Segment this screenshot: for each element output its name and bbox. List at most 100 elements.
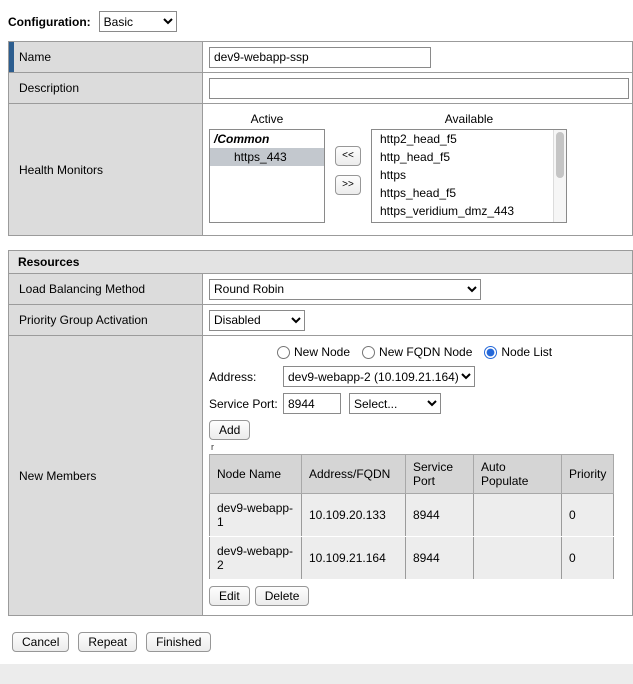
name-label-cell: Name <box>9 42 203 73</box>
member-priority: 0 <box>562 494 614 537</box>
member-row[interactable]: dev9-webapp-2 10.109.21.164 8944 0 <box>210 537 614 580</box>
description-label: Description <box>19 81 79 95</box>
load-balancing-row: Load Balancing Method Round Robin <box>9 274 633 305</box>
finished-button[interactable]: Finished <box>146 632 211 652</box>
active-monitor-item[interactable]: https_443 <box>210 148 324 166</box>
active-list-header: Active <box>209 112 325 126</box>
node-type-radio-group: New Node New FQDN Node Node List <box>277 345 626 359</box>
general-properties-table: Name Description Health Monitors Active <box>8 41 633 236</box>
address-field-row: Address: dev9-webapp-2 (10.109.21.164) <box>209 366 626 387</box>
members-header-address-fqdn: Address/FQDN <box>302 455 406 494</box>
service-port-input[interactable] <box>283 393 341 414</box>
address-label: Address: <box>209 370 283 384</box>
configuration-label: Configuration: <box>8 15 91 29</box>
new-node-radio-label: New Node <box>294 345 350 359</box>
required-indicator <box>9 42 14 72</box>
active-partition-label: /Common <box>210 130 324 148</box>
priority-group-label: Priority Group Activation <box>19 313 148 327</box>
member-service-port: 8944 <box>406 537 474 580</box>
port-preset-select[interactable]: Select... <box>349 393 441 414</box>
radio-option-node-list[interactable]: Node List <box>484 345 552 359</box>
add-row: Add <box>209 420 626 440</box>
footer-buttons: Cancel Repeat Finished <box>12 632 633 652</box>
configuration-bar: Configuration: Basic <box>0 0 633 41</box>
member-address-fqdn: 10.109.21.164 <box>302 537 406 580</box>
available-monitor-item[interactable]: http2_head_f5 <box>372 130 566 148</box>
member-row[interactable]: dev9-webapp-1 10.109.20.133 8944 0 <box>210 494 614 537</box>
member-priority: 0 <box>562 537 614 580</box>
health-monitors-label-cell: Health Monitors <box>9 104 203 236</box>
new-fqdn-node-radio[interactable] <box>362 346 375 359</box>
name-value-cell <box>203 42 633 73</box>
available-monitor-item[interactable]: https_head_f5 <box>372 184 566 202</box>
available-monitors-listbox[interactable]: http2_head_f5 http_head_f5 https https_h… <box>371 129 567 223</box>
load-balancing-value-cell: Round Robin <box>203 274 633 305</box>
node-list-radio-label: Node List <box>501 345 552 359</box>
configuration-select[interactable]: Basic <box>99 11 177 32</box>
load-balancing-label: Load Balancing Method <box>19 282 145 296</box>
load-balancing-label-cell: Load Balancing Method <box>9 274 203 305</box>
edit-button[interactable]: Edit <box>209 586 250 606</box>
health-monitors-row: Health Monitors Active /Common https_443… <box>9 104 633 236</box>
resources-section-header: Resources <box>8 250 633 274</box>
members-header-row: Node Name Address/FQDN Service Port Auto… <box>210 455 614 494</box>
member-auto-populate <box>474 494 562 537</box>
new-node-radio[interactable] <box>277 346 290 359</box>
active-column: Active /Common https_443 <box>209 112 325 223</box>
health-monitors-value-cell: Active /Common https_443 << >> Available <box>203 104 633 236</box>
members-header-service-port: Service Port <box>406 455 474 494</box>
available-monitor-item[interactable]: https <box>372 166 566 184</box>
member-auto-populate <box>474 537 562 580</box>
move-to-available-button[interactable]: >> <box>335 175 361 195</box>
available-list-header: Available <box>371 112 567 126</box>
priority-group-value-cell: Disabled <box>203 305 633 336</box>
priority-group-label-cell: Priority Group Activation <box>9 305 203 336</box>
name-row: Name <box>9 42 633 73</box>
member-node-name: dev9-webapp-2 <box>210 537 302 580</box>
delete-button[interactable]: Delete <box>255 586 310 606</box>
radio-option-new-fqdn-node[interactable]: New FQDN Node <box>362 345 472 359</box>
service-port-field-row: Service Port: Select... <box>209 393 626 414</box>
description-value-cell <box>203 73 633 104</box>
cancel-button[interactable]: Cancel <box>12 632 69 652</box>
priority-group-row: Priority Group Activation Disabled <box>9 305 633 336</box>
listbox-scrollbar[interactable] <box>553 130 566 222</box>
resources-title: Resources <box>18 255 79 269</box>
repeat-button[interactable]: Repeat <box>78 632 137 652</box>
address-select[interactable]: dev9-webapp-2 (10.109.21.164) <box>283 366 475 387</box>
new-members-label: New Members <box>19 469 96 483</box>
resources-table: Load Balancing Method Round Robin Priori… <box>8 273 633 616</box>
members-table: Node Name Address/FQDN Service Port Auto… <box>209 454 614 580</box>
health-monitors-picker: Active /Common https_443 << >> Available <box>209 112 626 223</box>
members-header-node-name: Node Name <box>210 455 302 494</box>
description-label-cell: Description <box>9 73 203 104</box>
name-label: Name <box>19 50 51 64</box>
new-members-label-cell: New Members <box>9 336 203 616</box>
available-monitor-item[interactable]: https_veridium_dmz_443 <box>372 202 566 220</box>
new-fqdn-node-radio-label: New FQDN Node <box>379 345 472 359</box>
new-members-row: New Members New Node New FQDN Node Node … <box>9 336 633 616</box>
add-button[interactable]: Add <box>209 420 250 440</box>
member-node-name: dev9-webapp-1 <box>210 494 302 537</box>
member-actions-row: Edit Delete <box>209 586 626 606</box>
radio-option-new-node[interactable]: New Node <box>277 345 350 359</box>
health-monitors-label: Health Monitors <box>19 163 103 177</box>
scrollbar-thumb[interactable] <box>556 132 564 178</box>
service-port-label: Service Port: <box>209 397 283 411</box>
move-to-active-button[interactable]: << <box>335 146 361 166</box>
available-column: Available http2_head_f5 http_head_f5 htt… <box>371 112 567 223</box>
active-monitors-listbox[interactable]: /Common https_443 <box>209 129 325 223</box>
available-monitor-item[interactable]: http_head_f5 <box>372 148 566 166</box>
description-input[interactable] <box>209 78 629 99</box>
name-input[interactable] <box>209 47 431 68</box>
bottom-strip <box>0 664 633 684</box>
new-members-value-cell: New Node New FQDN Node Node List Address… <box>203 336 633 616</box>
priority-group-select[interactable]: Disabled <box>209 310 305 331</box>
description-row: Description <box>9 73 633 104</box>
pool-properties-page: Configuration: Basic Name Description <box>0 0 633 684</box>
member-address-fqdn: 10.109.20.133 <box>302 494 406 537</box>
stray-text: r <box>211 443 626 452</box>
members-header-priority: Priority <box>562 455 614 494</box>
node-list-radio[interactable] <box>484 346 497 359</box>
load-balancing-select[interactable]: Round Robin <box>209 279 481 300</box>
